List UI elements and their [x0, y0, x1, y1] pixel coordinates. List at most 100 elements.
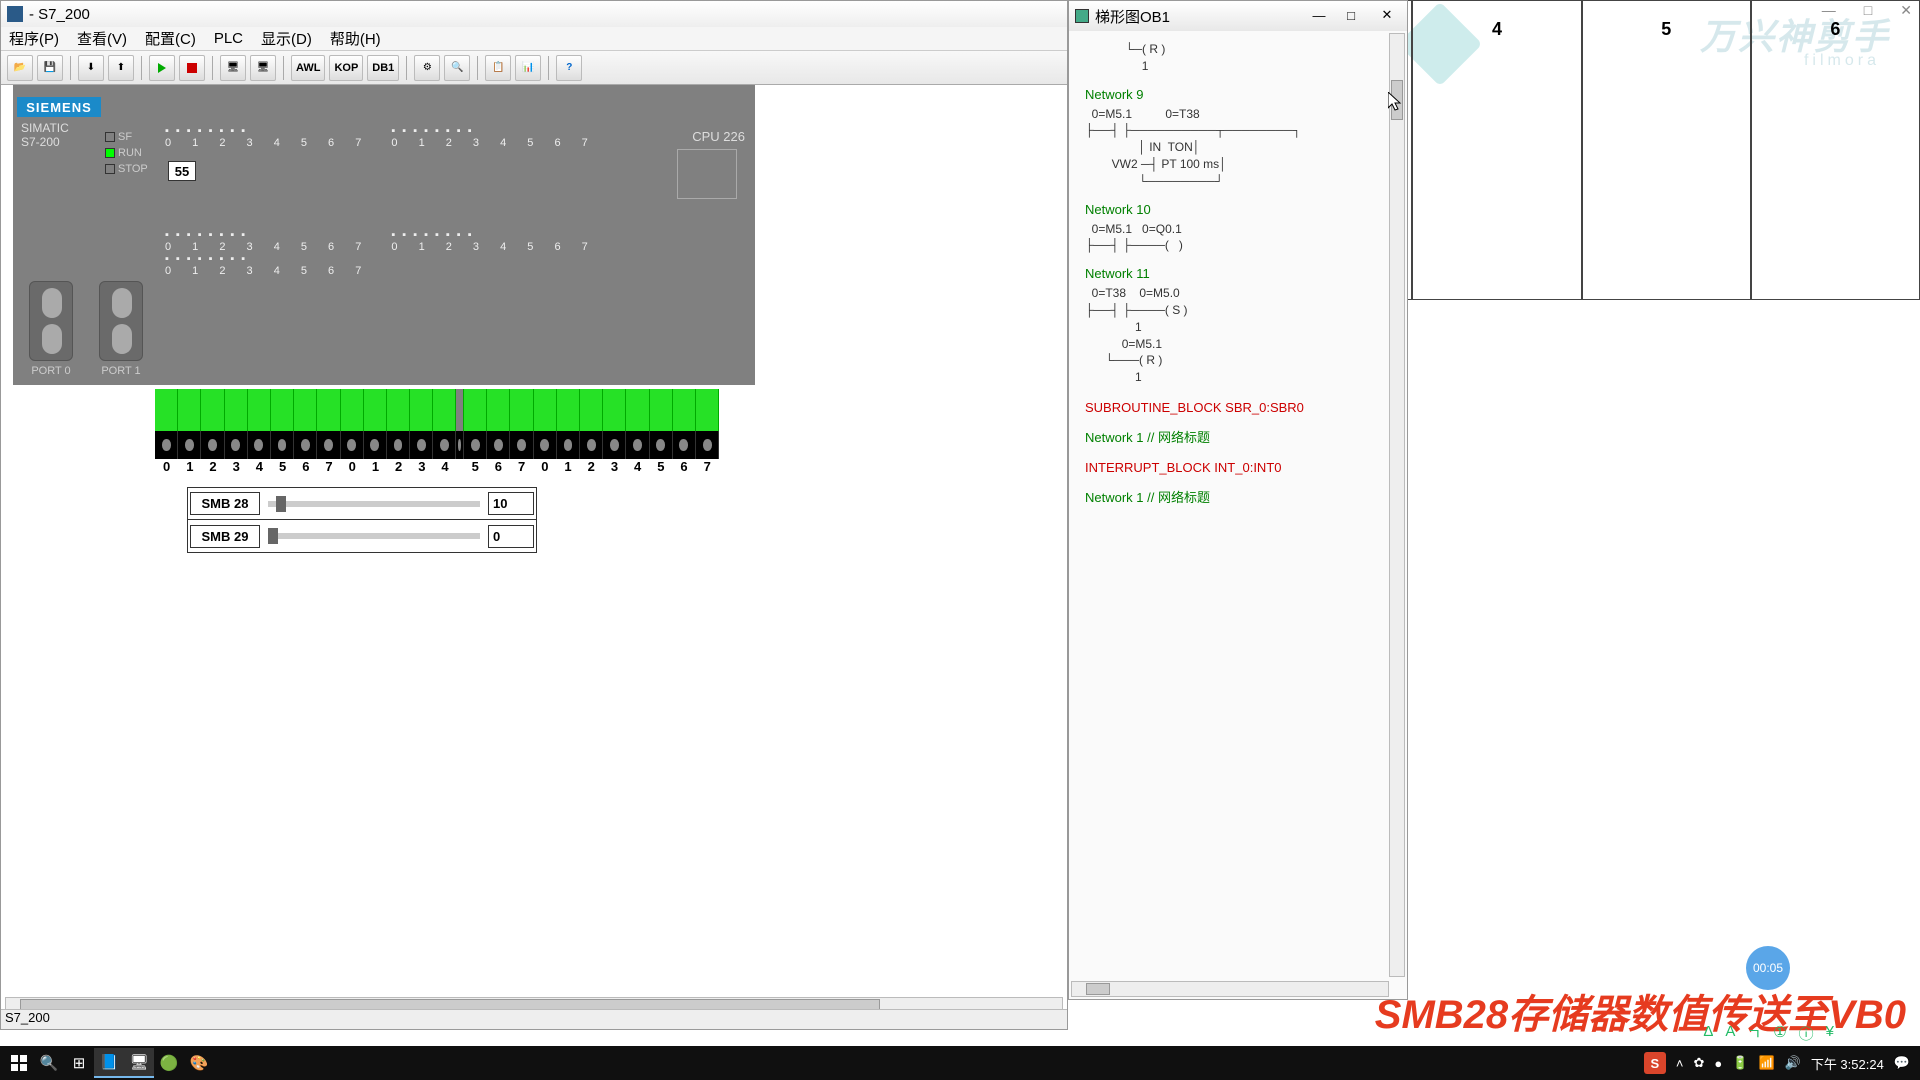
- smb29-slider[interactable]: [268, 533, 480, 539]
- plc-model: S7-200: [21, 135, 60, 149]
- menu-display[interactable]: 显示(D): [261, 28, 312, 49]
- ladder-close-button[interactable]: ✕: [1375, 5, 1399, 25]
- plc-family: SIMATIC: [21, 121, 69, 135]
- tb-monitor2-icon[interactable]: 🖥: [250, 55, 276, 81]
- bg-close-icon[interactable]: ✕: [1900, 2, 1912, 19]
- smb28-value[interactable]: 10: [488, 492, 534, 515]
- ime-cand-3[interactable]: ①: [1773, 1023, 1786, 1044]
- ladder-vscrollbar[interactable]: [1389, 33, 1405, 977]
- cursor-icon: [1388, 92, 1406, 114]
- io-output-row: ▪▪▪▪▪▪▪▪0 1 2 3 4 5 6 7 ▪▪▪▪▪▪▪▪0 1 2 3 …: [165, 229, 755, 277]
- mode-selector[interactable]: [677, 149, 737, 199]
- menu-plc[interactable]: PLC: [214, 30, 243, 47]
- led-stop-icon: [105, 164, 115, 174]
- sbr-block-title: SUBROUTINE_BLOCK SBR_0:SBR0: [1085, 400, 1391, 415]
- taskbar-app3-icon[interactable]: 🟢: [154, 1048, 184, 1078]
- io-input-row-1: ▪▪▪▪▪▪▪▪0 1 2 3 4 5 6 7 ▪▪▪▪▪▪▪▪0 1 2 3 …: [165, 125, 615, 149]
- ime-cand-2[interactable]: ㄱ: [1747, 1023, 1761, 1044]
- ladder-app-icon: [1075, 9, 1089, 23]
- plc-brand: SIEMENS: [17, 97, 101, 117]
- menu-help[interactable]: 帮助(H): [330, 28, 381, 49]
- taskbar-app1-icon[interactable]: 📘: [94, 1048, 124, 1078]
- led-stop-label: STOP: [118, 163, 148, 175]
- tray-icon-1[interactable]: ✿: [1693, 1055, 1704, 1071]
- tb-save-icon[interactable]: 💾: [37, 55, 63, 81]
- smb28-row: SMB 28 10: [188, 488, 536, 520]
- ime-cand-4[interactable]: ⓘ: [1799, 1023, 1814, 1044]
- tb-tool1-icon[interactable]: ⚙: [414, 55, 440, 81]
- ime-cand-0[interactable]: Δ: [1703, 1023, 1713, 1044]
- ladder-max-button[interactable]: □: [1339, 5, 1363, 25]
- ladder-titlebar[interactable]: 梯形图OB1 — □ ✕: [1069, 1, 1407, 31]
- tb-tool2-icon[interactable]: 🔍: [444, 55, 470, 81]
- tb-open-icon[interactable]: 📂: [7, 55, 33, 81]
- tray-network-icon[interactable]: 📶: [1758, 1055, 1774, 1071]
- start-button[interactable]: [4, 1048, 34, 1078]
- simulation-area: SIEMENS SIMATIC S7-200 CPU 226 55 SF RUN…: [1, 85, 1067, 1005]
- int-block-title: INTERRUPT_BLOCK INT_0:INT0: [1085, 460, 1391, 475]
- watermark-diamond-icon: [1398, 2, 1483, 87]
- tb-download-icon[interactable]: ⬇: [78, 55, 104, 81]
- network9-title: Network 9: [1085, 87, 1391, 102]
- tb-awl-button[interactable]: AWL: [291, 55, 325, 81]
- ime-icon[interactable]: S: [1644, 1052, 1666, 1074]
- led-sf-label: SF: [118, 131, 132, 143]
- taskbar-app4-icon[interactable]: 🎨: [184, 1048, 214, 1078]
- ladder-body[interactable]: └─( R ) 1 Network 9 0=M5.1 0=T38 ├──┤ ├─…: [1069, 31, 1407, 971]
- titlebar: - S7_200: [1, 1, 1067, 27]
- taskbar: 🔍 ⊞ 📘 🖥 🟢 🎨 S ˄ ✿ ● 🔋 📶 🔊 下午 3:52:24 💬: [0, 1046, 1920, 1080]
- ime-candidate-bar[interactable]: Δ A ㄱ ① ⓘ ¥: [1703, 1023, 1834, 1044]
- status-leds: SF RUN STOP: [105, 129, 148, 177]
- ladder-hscrollbar[interactable]: [1071, 981, 1389, 997]
- ladder-title-text: 梯形图OB1: [1095, 6, 1170, 27]
- tb-kop-button[interactable]: KOP: [329, 55, 363, 81]
- int-net1: Network 1 // 网络标题: [1085, 487, 1391, 506]
- taskbar-app2-icon[interactable]: 🖥: [124, 1048, 154, 1078]
- terminal-top[interactable]: [155, 389, 719, 431]
- tb-upload-icon[interactable]: ⬆: [108, 55, 134, 81]
- tray-volume-icon[interactable]: 🔊: [1785, 1055, 1801, 1071]
- terminal-block: 01234567 01234 56701234 567: [155, 389, 719, 471]
- tb-tool3-icon[interactable]: 📋: [485, 55, 511, 81]
- smb-panel: SMB 28 10 SMB 29 0: [187, 487, 537, 553]
- system-tray: S ˄ ✿ ● 🔋 📶 🔊 下午 3:52:24 💬: [1644, 1052, 1916, 1074]
- tb-run-button[interactable]: [149, 55, 175, 81]
- tb-stop-button[interactable]: [179, 55, 205, 81]
- search-icon[interactable]: 🔍: [34, 1048, 64, 1078]
- tray-battery-icon[interactable]: 🔋: [1732, 1055, 1748, 1071]
- tb-help-icon[interactable]: ?: [556, 55, 582, 81]
- taskview-icon[interactable]: ⊞: [64, 1048, 94, 1078]
- tray-icon-2[interactable]: ●: [1714, 1056, 1722, 1071]
- tray-clock[interactable]: 下午 3:52:24: [1811, 1054, 1884, 1073]
- ladder-min-button[interactable]: —: [1307, 5, 1331, 25]
- port1-icon[interactable]: [99, 281, 143, 361]
- tray-chevron-icon[interactable]: ˄: [1676, 1056, 1684, 1071]
- watermark-sub: filmora: [1804, 52, 1880, 70]
- tb-monitor1-icon[interactable]: 🖥: [220, 55, 246, 81]
- ladder-window: 梯形图OB1 — □ ✕ └─( R ) 1 Network 9 0=M5.1 …: [1068, 0, 1408, 1000]
- tb-db1-button[interactable]: DB1: [367, 55, 399, 81]
- led-sf-icon: [105, 132, 115, 142]
- cycle-counter: 55: [168, 161, 196, 181]
- menu-program[interactable]: 程序(P): [9, 28, 59, 49]
- ime-cand-5[interactable]: ¥: [1826, 1023, 1834, 1044]
- tray-notifications-icon[interactable]: 💬: [1894, 1055, 1910, 1071]
- network11-title: Network 11: [1085, 266, 1391, 281]
- cpu-label: CPU 226: [692, 129, 745, 144]
- terminal-numbers: 01234567 01234 56701234 567: [155, 459, 719, 474]
- network10-title: Network 10: [1085, 202, 1391, 217]
- menu-view[interactable]: 查看(V): [77, 28, 127, 49]
- port0-icon[interactable]: [29, 281, 73, 361]
- menu-config[interactable]: 配置(C): [145, 28, 196, 49]
- smb29-label: SMB 29: [190, 525, 260, 548]
- led-run-icon: [105, 148, 115, 158]
- menubar: 程序(P) 查看(V) 配置(C) PLC 显示(D) 帮助(H): [1, 27, 1067, 51]
- smb28-slider[interactable]: [268, 501, 480, 507]
- ime-cand-1[interactable]: A: [1725, 1023, 1735, 1044]
- app-icon: [7, 6, 23, 22]
- led-run-label: RUN: [118, 147, 142, 159]
- plc-panel: SIEMENS SIMATIC S7-200 CPU 226 55 SF RUN…: [13, 85, 755, 385]
- sbr-net1: Network 1 // 网络标题: [1085, 427, 1391, 446]
- tb-tool4-icon[interactable]: 📊: [515, 55, 541, 81]
- smb29-value[interactable]: 0: [488, 525, 534, 548]
